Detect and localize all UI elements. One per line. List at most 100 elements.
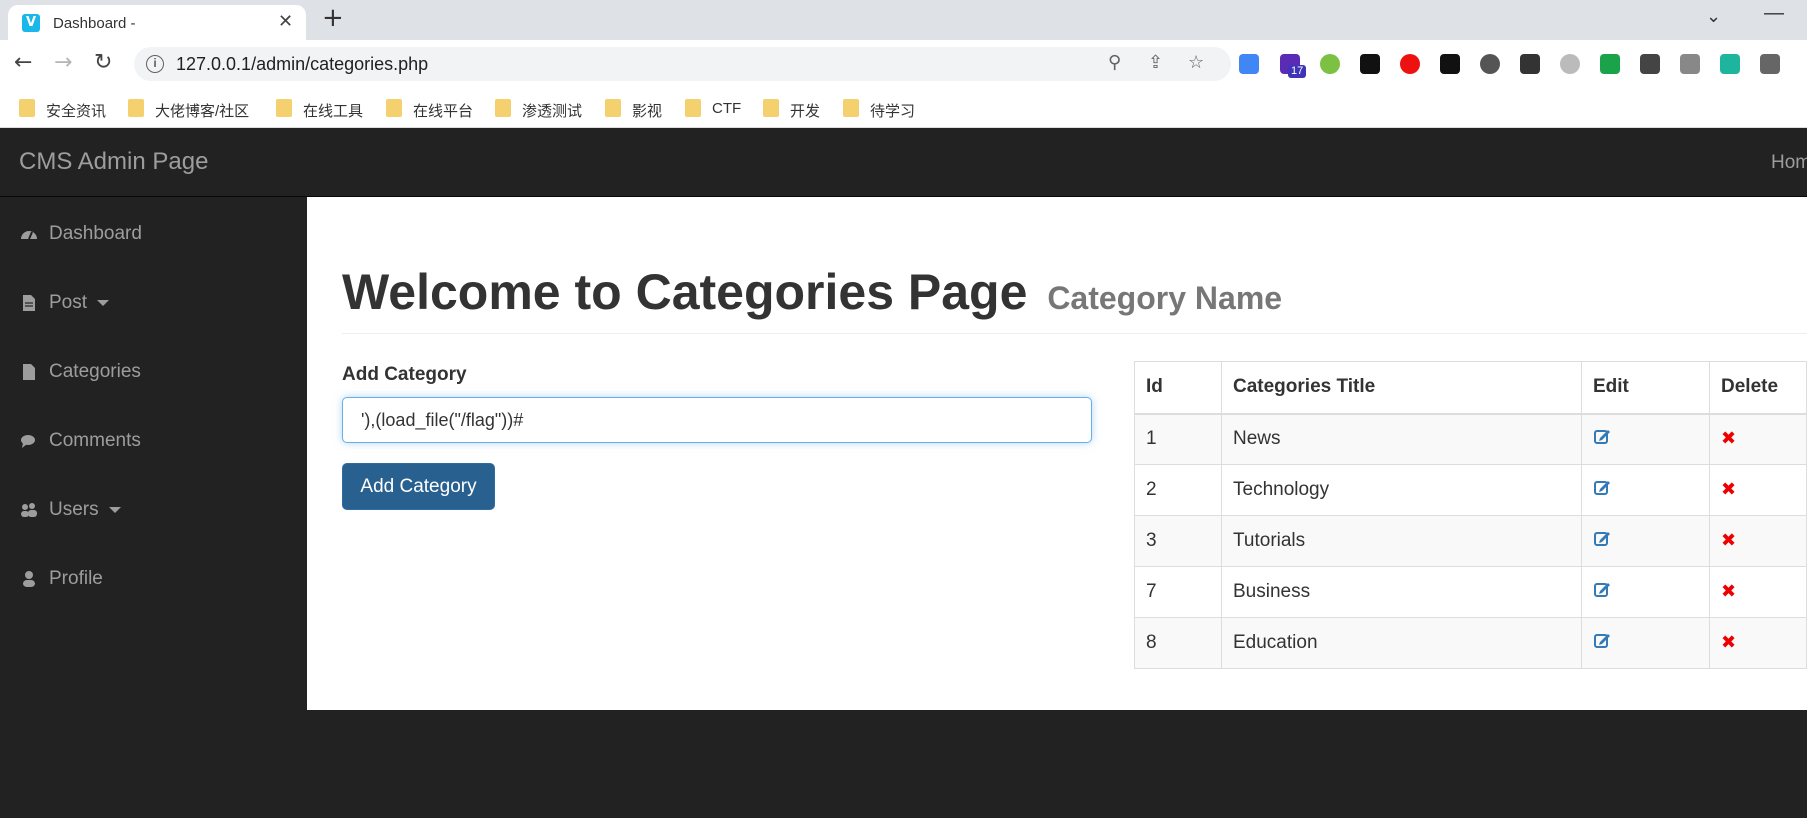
- color-picker-extension-icon[interactable]: [1360, 54, 1380, 74]
- users-icon: [21, 503, 37, 517]
- cell-delete: ✖: [1709, 464, 1807, 516]
- page-heading: Welcome to Categories Page: [342, 264, 1028, 320]
- table-header-row: Id Categories Title Edit Delete: [1134, 361, 1807, 415]
- user-icon: [23, 571, 35, 587]
- bookmarks-bar: 安全资讯 大佬博客/社区 在线工具 在线平台 渗透测试 影视 CTF 开发 待学…: [0, 88, 1807, 128]
- table-row: 1 News ✖: [1134, 413, 1807, 465]
- folder-icon: [386, 99, 402, 117]
- cell-id: 7: [1134, 566, 1222, 618]
- delete-icon[interactable]: ✖: [1721, 581, 1736, 602]
- edit-icon[interactable]: [1593, 631, 1611, 649]
- cell-id: 2: [1134, 464, 1222, 516]
- caret-down-icon: [97, 299, 110, 306]
- link-extension-icon[interactable]: [1560, 54, 1580, 74]
- sidebar-item-label: Users: [49, 499, 99, 520]
- delete-icon[interactable]: ✖: [1721, 479, 1736, 500]
- delete-icon[interactable]: ✖: [1721, 530, 1736, 551]
- column-header-title: Categories Title: [1221, 361, 1582, 415]
- folder-icon: [128, 99, 144, 117]
- green-extension-icon[interactable]: [1320, 54, 1340, 74]
- mask-extension-icon[interactable]: [1520, 54, 1540, 74]
- tab-title: Dashboard -: [53, 15, 136, 32]
- folder-icon: [763, 99, 779, 117]
- browser-toolbar: ← → ↻ i 127.0.0.1/admin/categories.php ⚲…: [0, 40, 1807, 88]
- file-icon: [23, 364, 35, 380]
- reload-icon[interactable]: ↻: [94, 50, 112, 75]
- top-navbar: CMS Admin Page Home: [0, 128, 1807, 197]
- page-title: Welcome to Categories Page Category Name: [342, 263, 1282, 321]
- category-title-input[interactable]: [342, 397, 1092, 443]
- table-row: 2 Technology ✖: [1134, 464, 1807, 516]
- add-category-button[interactable]: Add Category: [342, 463, 495, 510]
- cell-delete: ✖: [1709, 515, 1807, 567]
- cell-id: 8: [1134, 617, 1222, 669]
- cell-delete: ✖: [1709, 413, 1807, 465]
- red-shield-extension-icon[interactable]: [1400, 54, 1420, 74]
- forward-icon[interactable]: →: [54, 50, 72, 75]
- folder-icon: [685, 99, 701, 117]
- dashboard-icon: [21, 231, 37, 240]
- delete-icon[interactable]: ✖: [1721, 632, 1736, 653]
- column-header-delete: Delete: [1709, 361, 1807, 415]
- info-icon[interactable]: i: [146, 55, 164, 73]
- caret-down-icon: [108, 506, 121, 513]
- star-icon[interactable]: ☆: [1188, 52, 1204, 73]
- robot-extension-icon[interactable]: [1640, 54, 1660, 74]
- page-subheading: Category Name: [1047, 280, 1283, 316]
- cell-delete: ✖: [1709, 617, 1807, 669]
- column-header-edit: Edit: [1581, 361, 1710, 415]
- delete-icon[interactable]: ✖: [1721, 428, 1736, 449]
- cell-edit: [1581, 413, 1710, 465]
- cell-edit: [1581, 515, 1710, 567]
- puzzle-icon[interactable]: [1760, 54, 1780, 74]
- browser-tabstrip: V Dashboard - ✕ + ⌄ —: [0, 0, 1807, 40]
- vimeo-favicon-icon: V: [22, 14, 40, 32]
- edit-icon[interactable]: [1593, 478, 1611, 496]
- cell-id: 3: [1134, 515, 1222, 567]
- edit-icon[interactable]: [1593, 529, 1611, 547]
- browser-tab[interactable]: V Dashboard - ✕: [8, 5, 306, 40]
- column-header-id: Id: [1134, 361, 1222, 415]
- folder-icon: [19, 99, 35, 117]
- table-row: 7 Business ✖: [1134, 566, 1807, 618]
- copy-extension-icon[interactable]: [1680, 54, 1700, 74]
- extension-badge: 17: [1288, 65, 1307, 78]
- zoom-icon[interactable]: ⚲: [1108, 52, 1121, 73]
- cell-title: News: [1221, 413, 1582, 465]
- tampermonkey-extension-icon[interactable]: [1440, 54, 1460, 74]
- edit-icon[interactable]: [1593, 427, 1611, 445]
- chevron-down-icon[interactable]: ⌄: [1706, 6, 1721, 27]
- feedly-extension-icon[interactable]: [1600, 54, 1620, 74]
- translate-extension-icon[interactable]: [1239, 54, 1259, 74]
- minimize-icon[interactable]: —: [1764, 2, 1784, 25]
- address-bar[interactable]: i 127.0.0.1/admin/categories.php ⚲ ⇪ ☆: [134, 47, 1231, 81]
- categories-table: Id Categories Title Edit Delete 1 News ✖…: [1134, 361, 1807, 669]
- teal-extension-icon[interactable]: [1720, 54, 1740, 74]
- folder-icon: [495, 99, 511, 117]
- cell-title: Tutorials: [1221, 515, 1582, 567]
- cell-edit: [1581, 566, 1710, 618]
- heading-divider: [342, 333, 1807, 334]
- gear-extension-icon[interactable]: [1480, 54, 1500, 74]
- address-url[interactable]: 127.0.0.1/admin/categories.php: [176, 54, 428, 75]
- cell-title: Technology: [1221, 464, 1582, 516]
- tab-close-icon[interactable]: ✕: [278, 11, 293, 32]
- folder-icon: [605, 99, 621, 117]
- cell-id: 1: [1134, 413, 1222, 465]
- main-content: Welcome to Categories Page Category Name…: [307, 197, 1807, 710]
- add-category-label: Add Category: [342, 364, 467, 385]
- sidebar-item-label: Post: [49, 292, 88, 313]
- brand-link[interactable]: CMS Admin Page: [19, 148, 208, 176]
- home-link[interactable]: Home: [1771, 152, 1807, 174]
- new-tab-icon[interactable]: +: [322, 3, 344, 33]
- comments-icon: [21, 435, 35, 448]
- cell-title: Business: [1221, 566, 1582, 618]
- back-icon[interactable]: ←: [14, 50, 32, 75]
- folder-icon: [843, 99, 859, 117]
- sidebar: Dashboard Post Categories Comments Users…: [0, 197, 307, 818]
- folder-icon: [276, 99, 292, 117]
- cell-delete: ✖: [1709, 566, 1807, 618]
- edit-icon[interactable]: [1593, 580, 1611, 598]
- share-icon[interactable]: ⇪: [1148, 52, 1163, 73]
- table-row: 8 Education ✖: [1134, 617, 1807, 669]
